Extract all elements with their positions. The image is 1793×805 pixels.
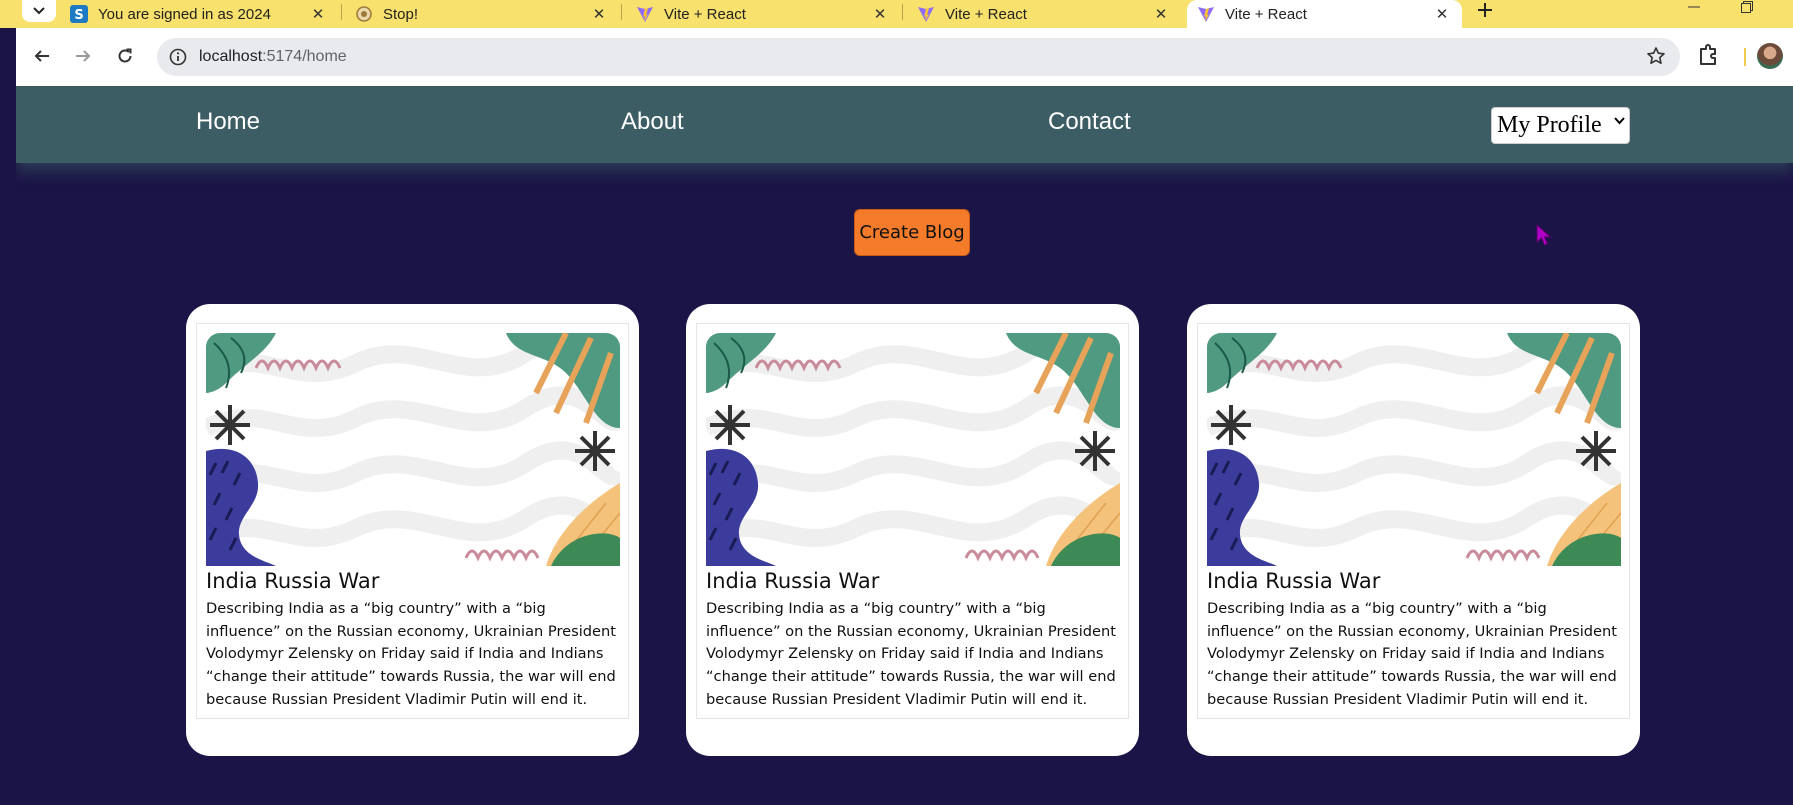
blog-card[interactable]: India Russia War Describing India as a “… [686,304,1139,756]
site-navbar: Home About Contact My Profile [16,86,1793,163]
browser-toolbar: localhost:5174/home [16,28,1793,86]
blog-card-body: India Russia War Describing India as a “… [1197,323,1630,719]
browser-tab-strip: S You are signed in as 2024 ✕ Stop! ✕ Vi… [0,0,1793,28]
close-icon[interactable]: ✕ [872,6,888,23]
close-icon[interactable]: ✕ [310,6,326,23]
tab-title: Stop! [383,5,419,23]
blog-card-title: India Russia War [1207,569,1381,593]
vite-icon [918,7,934,22]
tab-vite-active[interactable]: Vite + React ✕ [1187,0,1462,28]
blog-card[interactable]: India Russia War Describing India as a “… [1187,304,1640,756]
chevron-down-icon [33,7,45,15]
close-icon[interactable]: ✕ [1153,6,1169,23]
bookmark-star-icon[interactable] [1646,46,1666,66]
tab-search-button[interactable] [22,0,56,22]
tab-title: You are signed in as 2024 [98,5,271,23]
tab-vite-1[interactable]: Vite + React ✕ [636,0,888,28]
tab-divider [902,4,903,20]
reload-button[interactable] [111,42,139,70]
s-icon: S [70,5,88,23]
url-text[interactable]: localhost:5174/home [199,48,347,66]
arrow-right-icon [76,50,91,62]
web-page: Home About Contact My Profile Create Blo… [16,86,1793,805]
nav-home-link[interactable]: Home [196,108,260,136]
url-host: localhost [199,48,263,65]
reload-icon [118,48,132,63]
new-tab-button[interactable] [1472,0,1498,20]
vite-icon [1198,7,1214,22]
svg-text:S: S [74,8,83,23]
stop-icon [356,6,372,22]
address-bar[interactable]: localhost:5174/home [157,38,1680,76]
avatar[interactable] [1757,43,1783,69]
restore-icon [1741,1,1753,13]
nav-about-link[interactable]: About [621,108,684,136]
blog-card-title: India Russia War [206,569,380,593]
blog-card-image [1207,333,1621,566]
blog-card-image [206,333,620,566]
blog-card-description: Describing India as a “big country” with… [1207,600,1617,708]
close-icon[interactable]: ✕ [1434,6,1450,23]
blog-card[interactable]: India Russia War Describing India as a “… [186,304,639,756]
tab-title: Vite + React [664,5,746,23]
restore-button[interactable] [1741,0,1753,16]
blog-card-description: Describing India as a “big country” with… [706,600,1116,708]
nav-contact-link[interactable]: Contact [1048,108,1131,136]
info-icon[interactable] [169,48,187,66]
tab-signed-in[interactable]: S You are signed in as 2024 ✕ [70,0,326,28]
minimize-button[interactable] [1688,0,1700,16]
create-blog-button[interactable]: Create Blog [854,209,970,256]
forward-button[interactable] [69,42,97,70]
url-path: :5174/home [262,48,347,65]
tab-divider [621,4,622,20]
blog-card-description: Describing India as a “big country” with… [206,600,616,708]
chevron-down-icon [1614,117,1625,125]
profile-dropdown-value: My Profile [1497,112,1602,138]
tab-title: Vite + React [945,5,1027,23]
close-icon[interactable]: ✕ [591,6,607,23]
asterisk-icon [210,405,250,445]
vite-icon [637,7,653,22]
blog-card-body: India Russia War Describing India as a “… [696,323,1129,719]
arrow-left-icon [34,50,49,62]
minimize-icon [1688,6,1700,8]
back-button[interactable] [28,42,56,70]
plus-icon [1478,3,1492,17]
tab-vite-2[interactable]: Vite + React ✕ [917,0,1169,28]
tab-divider [341,4,342,20]
profile-dropdown[interactable]: My Profile [1491,107,1630,144]
blog-card-image [706,333,1120,566]
tab-stop[interactable]: Stop! ✕ [355,0,607,28]
blog-card-title: India Russia War [706,569,880,593]
mouse-cursor-icon [1536,224,1552,246]
toolbar-divider [1744,48,1746,66]
tab-title: Vite + React [1225,5,1307,23]
blog-card-body: India Russia War Describing India as a “… [196,323,629,719]
extensions-icon[interactable] [1698,43,1720,67]
